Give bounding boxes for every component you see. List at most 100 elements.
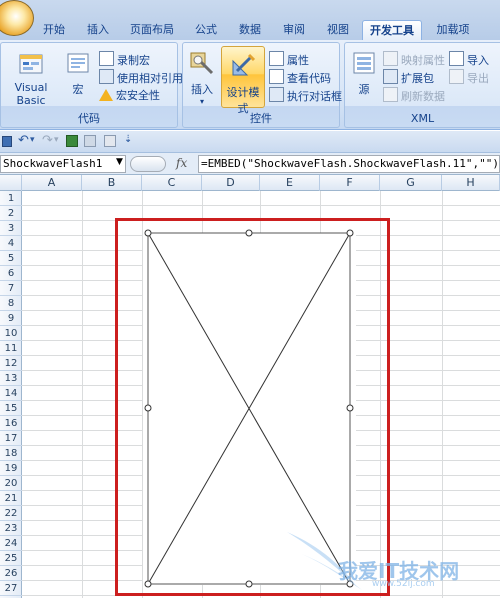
xml-source-button[interactable]: 源 <box>349 49 379 97</box>
group-code: Visual Basic 宏 录制宏 使用相对引用 宏安全性 代码 <box>0 42 183 128</box>
row-header[interactable]: 13 <box>0 371 22 386</box>
insert-function-icon[interactable]: fx <box>176 156 187 170</box>
tab-home[interactable]: 开始 <box>36 20 72 40</box>
macros-button[interactable]: 宏 <box>63 49 93 97</box>
relative-reference-button[interactable]: 使用相对引用 <box>99 69 183 86</box>
insert-control-label: 插入 <box>191 83 213 96</box>
row-header[interactable]: 19 <box>0 461 22 476</box>
row-header[interactable]: 15 <box>0 401 22 416</box>
row-header[interactable]: 12 <box>0 356 22 371</box>
office-button[interactable] <box>0 0 34 36</box>
save-icon[interactable] <box>2 136 12 147</box>
row-header[interactable]: 3 <box>0 221 22 236</box>
refresh-data-label: 刷新数据 <box>401 90 445 103</box>
customize-qat-icon[interactable]: ⇣ <box>124 134 132 145</box>
row-header[interactable]: 11 <box>0 341 22 356</box>
group-xml-label: XML <box>410 112 435 125</box>
row-header[interactable]: 1 <box>0 191 22 206</box>
export-icon <box>449 69 464 84</box>
row-header[interactable]: 2 <box>0 206 22 221</box>
visual-basic-button[interactable]: Visual Basic <box>1 49 61 107</box>
column-header-a[interactable]: A <box>22 175 82 191</box>
tab-data[interactable]: 数据 <box>232 20 268 40</box>
column-header-d[interactable]: D <box>202 175 260 191</box>
column-header-f[interactable]: F <box>320 175 380 191</box>
undo-icon[interactable]: ↶ <box>18 133 29 148</box>
row-header[interactable]: 21 <box>0 491 22 506</box>
row-header[interactable]: 25 <box>0 551 22 566</box>
warning-icon <box>99 89 113 101</box>
xml-import-button[interactable]: 导入 <box>449 51 489 68</box>
row-header[interactable]: 9 <box>0 311 22 326</box>
refresh-icon <box>383 87 398 102</box>
row-header[interactable]: 5 <box>0 251 22 266</box>
tab-view[interactable]: 视图 <box>320 20 356 40</box>
row-header[interactable]: 4 <box>0 236 22 251</box>
camera-icon[interactable] <box>104 135 116 147</box>
map-properties-icon <box>383 51 398 66</box>
formula-input[interactable]: =EMBED("ShockwaveFlash.ShockwaveFlash.11… <box>198 155 500 173</box>
visual-basic-label: Visual Basic <box>14 81 48 107</box>
row-headers: 1 2 3 4 5 6 7 8 9 10 11 12 13 14 15 16 1… <box>0 191 22 598</box>
map-properties-button[interactable]: 映射属性 <box>383 51 445 68</box>
expansion-packs-button[interactable]: 扩展包 <box>383 69 434 86</box>
tab-formulas[interactable]: 公式 <box>188 20 224 40</box>
row-header[interactable]: 24 <box>0 536 22 551</box>
tab-developer[interactable]: 开发工具 <box>362 20 422 40</box>
watermark-url: www.52ij.com <box>372 579 435 589</box>
row-header[interactable]: 10 <box>0 326 22 341</box>
row-header[interactable]: 16 <box>0 416 22 431</box>
column-header-h[interactable]: H <box>442 175 500 191</box>
redo-dropdown-icon[interactable]: ▾ <box>54 135 59 145</box>
name-box[interactable]: ShockwaveFlash1 <box>0 155 126 173</box>
tab-review[interactable]: 审阅 <box>276 20 312 40</box>
xml-source-label: 源 <box>358 83 370 96</box>
row-header[interactable]: 14 <box>0 386 22 401</box>
formula-bar-splitter[interactable] <box>130 156 166 172</box>
quick-access-toolbar: ↶ ▾ ↷ ▾ ⇣ <box>0 131 500 153</box>
select-all-corner[interactable] <box>0 175 22 191</box>
design-mode-button[interactable]: 设计模式 <box>221 46 265 115</box>
redo-icon[interactable]: ↷ <box>42 133 53 148</box>
row-header[interactable]: 23 <box>0 521 22 536</box>
chevron-down-icon: ▾ <box>199 97 204 106</box>
run-dialog-icon <box>269 87 284 102</box>
row-header[interactable]: 8 <box>0 296 22 311</box>
excel-icon[interactable] <box>66 135 78 147</box>
record-macro-icon <box>99 51 114 66</box>
row-header[interactable]: 17 <box>0 431 22 446</box>
column-header-c[interactable]: C <box>142 175 202 191</box>
refresh-data-button[interactable]: 刷新数据 <box>383 87 445 104</box>
column-header-e[interactable]: E <box>260 175 320 191</box>
view-code-button[interactable]: 查看代码 <box>269 69 331 86</box>
relative-reference-icon <box>99 69 114 84</box>
row-header[interactable]: 22 <box>0 506 22 521</box>
record-macro-button[interactable]: 录制宏 <box>99 51 150 68</box>
xml-source-icon <box>353 52 375 74</box>
row-header[interactable]: 27 <box>0 581 22 596</box>
column-header-b[interactable]: B <box>82 175 142 191</box>
print-preview-icon[interactable] <box>84 135 96 147</box>
properties-button[interactable]: 属性 <box>269 51 309 68</box>
tab-insert[interactable]: 插入 <box>80 20 116 40</box>
undo-dropdown-icon[interactable]: ▾ <box>30 135 35 145</box>
row-header[interactable]: 18 <box>0 446 22 461</box>
row-header[interactable]: 26 <box>0 566 22 581</box>
import-icon <box>449 51 464 66</box>
tab-addins[interactable]: 加载项 <box>428 20 478 40</box>
row-header[interactable]: 6 <box>0 266 22 281</box>
xml-export-button[interactable]: 导出 <box>449 69 489 86</box>
tab-page-layout[interactable]: 页面布局 <box>124 20 180 40</box>
group-controls-label: 控件 <box>250 112 272 125</box>
xml-export-label: 导出 <box>467 72 489 85</box>
ribbon: Visual Basic 宏 录制宏 使用相对引用 宏安全性 代码 插入 ▾ 设… <box>0 40 500 130</box>
run-dialog-button[interactable]: 执行对话框 <box>269 87 342 104</box>
macros-icon <box>67 53 89 73</box>
xml-import-label: 导入 <box>467 54 489 67</box>
column-header-g[interactable]: G <box>380 175 442 191</box>
insert-control-button[interactable]: 插入 ▾ <box>185 49 219 106</box>
macro-security-button[interactable]: 宏安全性 <box>99 87 160 104</box>
name-box-dropdown-icon[interactable]: ▼ <box>116 157 123 167</box>
row-header[interactable]: 7 <box>0 281 22 296</box>
row-header[interactable]: 20 <box>0 476 22 491</box>
